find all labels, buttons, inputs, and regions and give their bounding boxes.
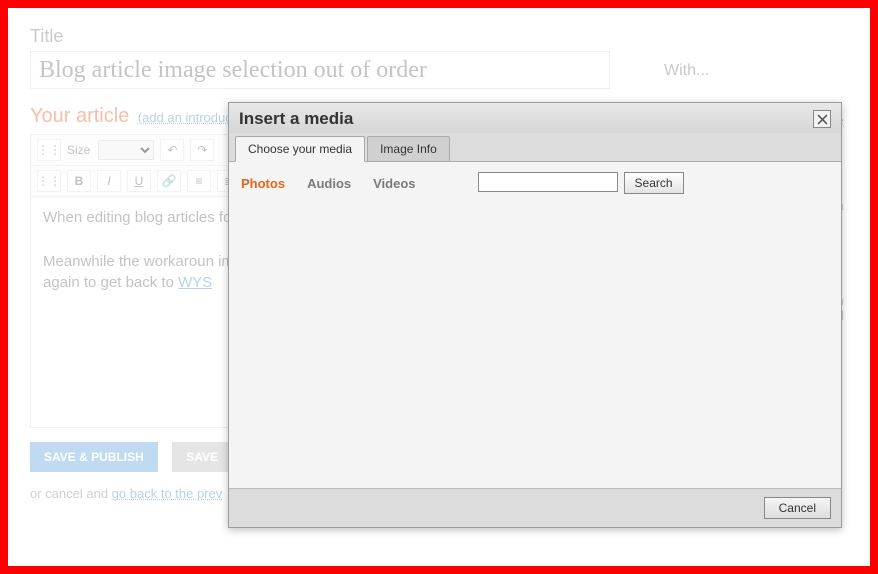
link-icon[interactable]: 🔗 [157,170,181,192]
with-input[interactable] [664,58,844,84]
modal-tabs: Choose your media Image Info [229,135,841,162]
wys-link[interactable]: WYS [178,274,212,291]
media-type-nav: Photos Audios Videos Search [241,172,829,194]
cancel-button[interactable]: Cancel [764,497,831,519]
modal-footer: Cancel [229,488,841,527]
editor-drag-handle-icon: ⋮⋮ [37,139,61,161]
bold-icon[interactable]: B [67,170,91,192]
media-type-audios[interactable]: Audios [307,176,351,191]
title-input[interactable] [30,51,610,89]
insert-media-modal: Insert a media Choose your media Image I… [228,102,842,528]
underline-icon[interactable]: U [127,170,151,192]
italic-icon[interactable]: I [97,170,121,192]
save-button[interactable]: SAVE [172,442,232,472]
search-input[interactable] [478,172,618,192]
undo-icon[interactable]: ↶ [160,139,184,161]
title-label: Title [30,26,848,47]
search-button[interactable]: Search [624,172,684,194]
article-section-title: Your article [30,105,129,127]
save-publish-button[interactable]: SAVE & PUBLISH [30,442,158,472]
go-back-link[interactable]: go back to the prev [112,486,223,501]
modal-title: Insert a media [239,109,353,129]
cancel-prefix: or cancel and [30,486,112,501]
modal-body: Photos Audios Videos Search [229,162,841,488]
redo-icon[interactable]: ↷ [190,139,214,161]
size-select[interactable] [98,140,154,160]
size-label: Size [67,143,90,157]
tab-choose-media[interactable]: Choose your media [235,136,365,162]
modal-titlebar: Insert a media [229,103,841,133]
add-intro-link[interactable]: (add an introduc [138,110,232,125]
editor-drag-handle-icon: ⋮⋮ [37,170,61,192]
media-type-photos[interactable]: Photos [241,176,285,191]
tab-image-info[interactable]: Image Info [367,136,450,162]
close-icon[interactable] [813,110,831,128]
media-type-videos[interactable]: Videos [373,176,415,191]
numbered-list-icon[interactable]: ≡ [187,170,211,192]
